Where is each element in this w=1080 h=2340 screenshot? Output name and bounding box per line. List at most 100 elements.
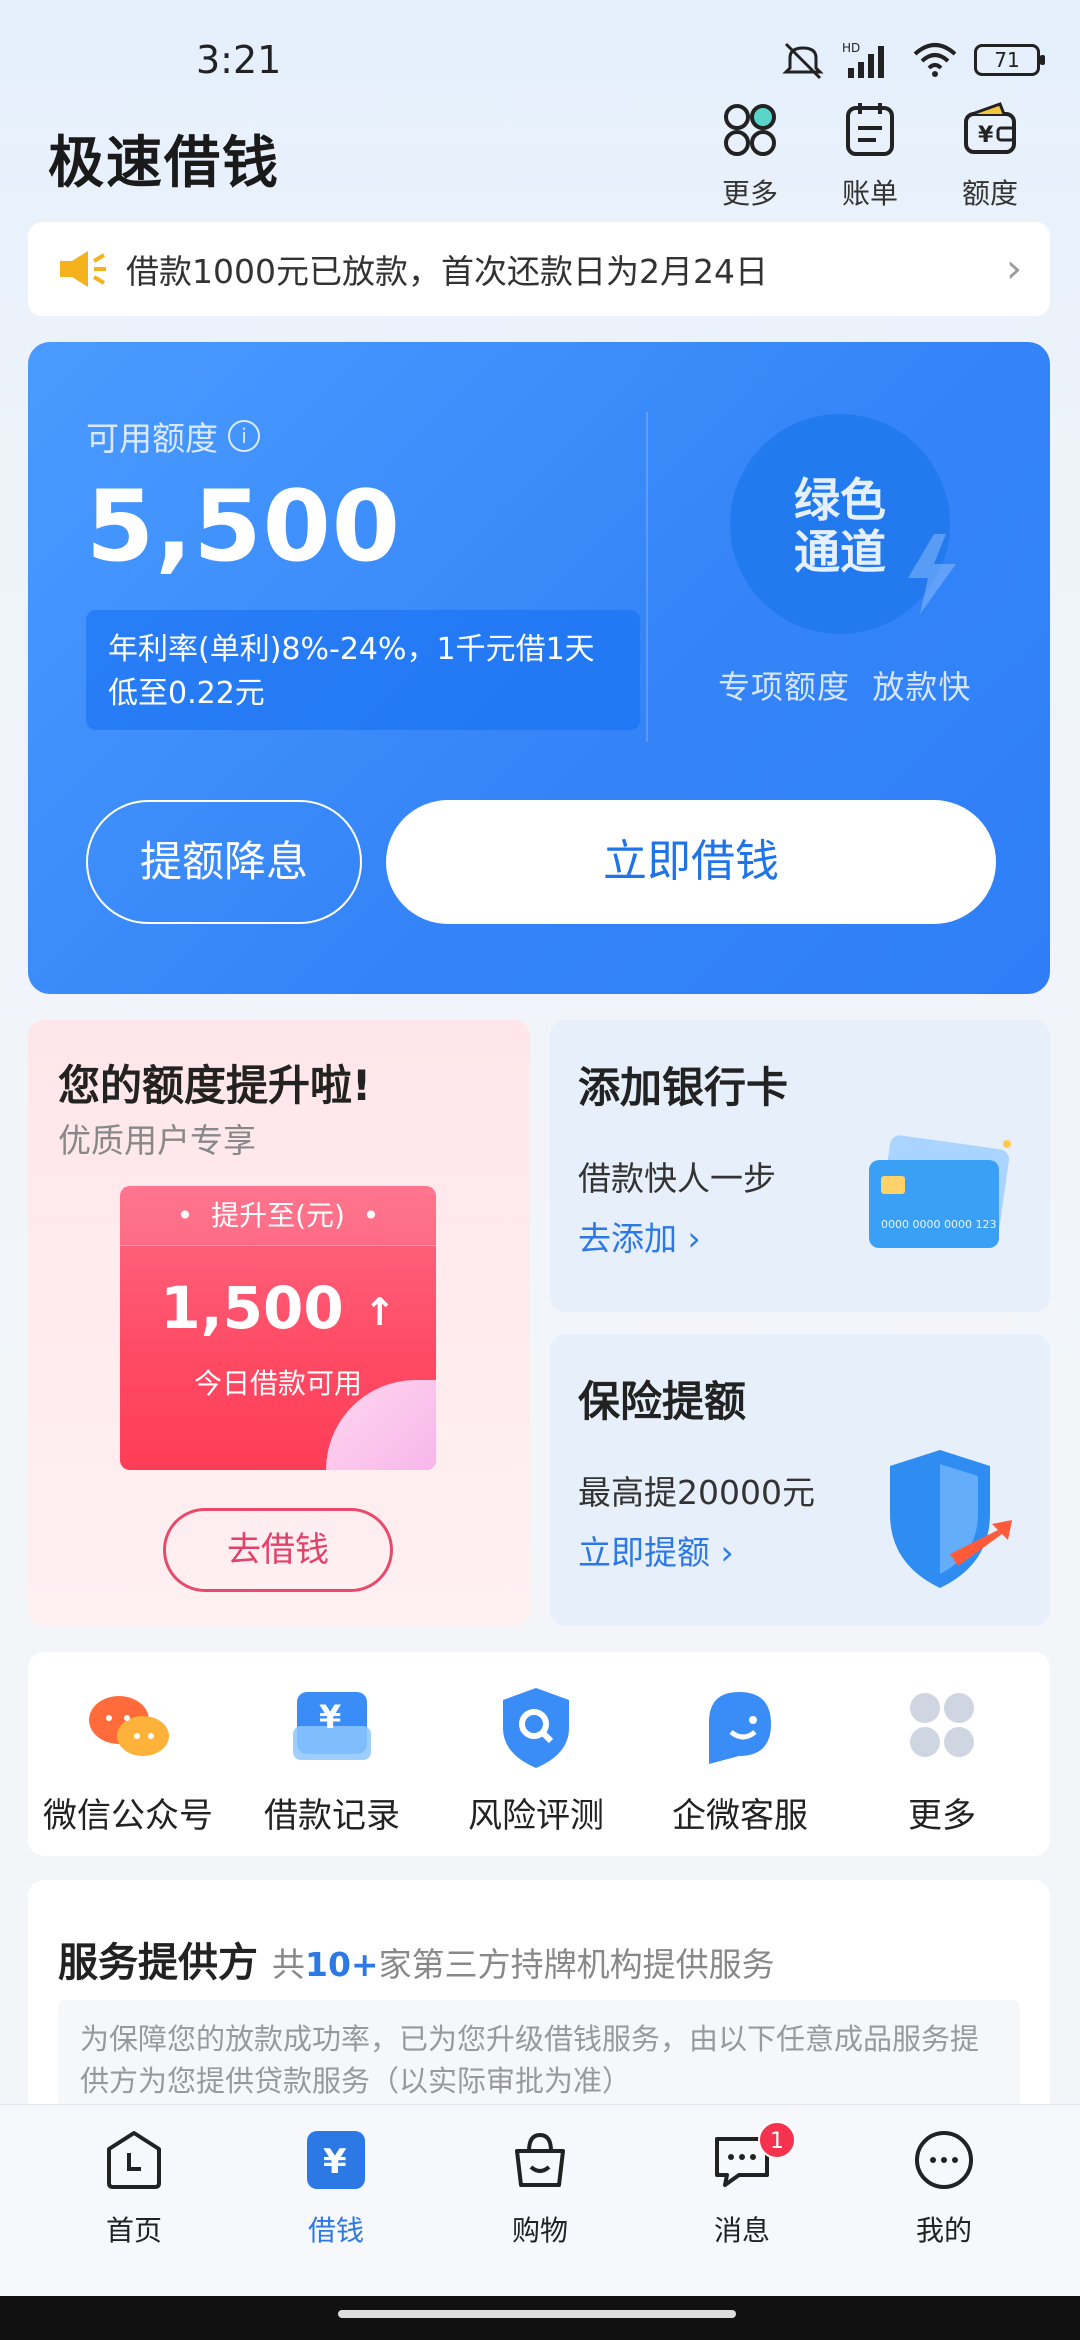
tab-label: 购物 — [511, 2214, 568, 2247]
promo-coupon-amount: 1,500 ↑ — [120, 1274, 436, 1342]
tab-label: 首页 — [105, 2214, 162, 2247]
borrow-now-button[interactable]: 立即借钱 — [386, 800, 996, 924]
svg-text:HD: HD — [842, 41, 860, 55]
quick-risk-assessment[interactable]: 风险评测 — [436, 1682, 636, 1837]
provider-desc: 共10+家第三方持牌机构提供服务 — [272, 1938, 775, 1986]
provider-desc-prefix: 共 — [272, 1945, 305, 1984]
add-bank-card-tile[interactable]: 添加银行卡 借款快人一步 去添加 › 0000 0000 0000 123 — [550, 1020, 1050, 1312]
quick-action-label: 企微客服 — [672, 1796, 808, 1836]
status-icons: HD 71 — [780, 40, 1045, 80]
insurance-limit-tile[interactable]: 保险提额 最高提20000元 立即提额 › — [550, 1334, 1050, 1626]
svg-text:¥: ¥ — [323, 2142, 347, 2182]
quick-loan-record[interactable]: ¥ 借款记录 — [232, 1682, 432, 1837]
tab-label: 我的 — [915, 2214, 972, 2247]
header-bill-label: 账单 — [841, 177, 898, 210]
promo-coupon: • 提升至(元) • 1,500 ↑ 今日借款可用 — [120, 1186, 436, 1470]
quick-action-label: 微信公众号 — [43, 1796, 213, 1836]
provider-count: 10+ — [305, 1945, 379, 1984]
insurance-raise-link[interactable]: 立即提额 › — [578, 1526, 734, 1574]
quick-action-label: 借款记录 — [264, 1796, 400, 1836]
mute-icon — [782, 42, 824, 80]
tab-shopping[interactable]: 购物 — [470, 2127, 610, 2249]
header-more-button[interactable]: 更多 — [700, 100, 800, 212]
add-bank-card-link[interactable]: 去添加 › — [578, 1212, 701, 1260]
green-channel-badge[interactable]: 绿色 通道 — [730, 414, 956, 634]
bottom-tab-bar: 首页 ¥ 借钱 购物 1 消息 我的 — [0, 2104, 1080, 2296]
wifi-icon — [913, 43, 957, 77]
megaphone-icon — [60, 251, 106, 287]
provider-title: 服务提供方 — [58, 1940, 258, 1986]
insurance-title: 保险提额 — [578, 1377, 747, 1426]
available-limit-label: 可用额度 i — [86, 412, 260, 460]
unread-badge: 1 — [758, 2121, 796, 2159]
card-divider — [646, 412, 648, 742]
system-nav-bar — [0, 2296, 1080, 2340]
credit-limit-card: 可用额度 i 5,500 年利率(单利)8%-24%，1千元借1天低至0.22元… — [28, 342, 1050, 994]
quick-customer-service[interactable]: 企微客服 — [640, 1682, 840, 1837]
profile-icon — [915, 2131, 973, 2189]
green-channel-note: 专项额度 放款快 — [718, 668, 972, 706]
raise-limit-button[interactable]: 提额降息 — [86, 800, 362, 924]
promo-coupon-header: • 提升至(元) • — [120, 1186, 436, 1246]
status-bar: 3:21 HD 71 — [0, 0, 1080, 110]
svg-text:¥: ¥ — [978, 123, 994, 148]
bank-card-icon: 0000 0000 0000 123 — [869, 1135, 1011, 1248]
promo-title: 您的额度提升啦! — [58, 1061, 372, 1110]
customer-service-icon — [709, 1692, 771, 1764]
signal-icon: HD — [842, 41, 884, 78]
svg-text:0000 0000 0000 123: 0000 0000 0000 123 — [881, 1218, 996, 1231]
available-amount: 5,500 — [86, 470, 401, 584]
apps-grid-icon — [724, 104, 776, 156]
header-quota-button[interactable]: ¥ 额度 — [940, 100, 1040, 212]
loan-page: 3:21 HD 71 极速借钱 更多 账单 ¥ 额度 借款1000元已放款，首次… — [0, 0, 1080, 2340]
bank-card-title: 添加银行卡 — [578, 1063, 789, 1112]
header-bill-button[interactable]: 账单 — [820, 100, 920, 212]
arrow-up-icon: ↑ — [363, 1289, 396, 1334]
tab-label: 借钱 — [307, 2214, 364, 2247]
home-clock-icon — [107, 2131, 161, 2189]
quick-wechat-official[interactable]: 微信公众号 — [28, 1682, 228, 1837]
more-grid-icon — [910, 1693, 974, 1757]
shield-icon — [890, 1450, 1012, 1588]
tab-home[interactable]: 首页 — [64, 2127, 204, 2249]
limit-increase-promo[interactable]: 您的额度提升啦! 优质用户专享 • 提升至(元) • 1,500 ↑ 今日借款可… — [28, 1020, 530, 1626]
insurance-subtitle: 最高提20000元 — [578, 1473, 815, 1512]
quick-actions-bar: 微信公众号 ¥ 借款记录 风险评测 企微客服 更多 — [28, 1652, 1050, 1856]
go-borrow-button[interactable]: 去借钱 — [163, 1508, 393, 1592]
quick-action-label: 更多 — [908, 1796, 976, 1836]
bank-card-subtitle: 借款快人一步 — [578, 1159, 776, 1198]
quick-more[interactable]: 更多 — [842, 1682, 1042, 1837]
shopping-bag-icon — [515, 2132, 565, 2187]
wallet-icon: ¥ — [964, 102, 1016, 154]
tab-borrow[interactable]: ¥ 借钱 — [266, 2127, 406, 2249]
status-time: 3:21 — [196, 38, 282, 82]
battery-indicator: 71 — [974, 44, 1045, 76]
green-channel-line1: 绿色 — [794, 473, 886, 527]
yuan-icon: ¥ — [307, 2131, 365, 2189]
promo-subtitle: 优质用户专享 — [58, 1121, 256, 1160]
info-icon[interactable]: i — [228, 420, 260, 452]
header-quota-label: 额度 — [961, 177, 1018, 210]
page-title: 极速借钱 — [48, 131, 280, 196]
chevron-right-icon: › — [1006, 246, 1022, 292]
lightning-icon — [908, 534, 956, 614]
notice-text: 借款1000元已放款，首次还款日为2月24日 — [126, 252, 768, 291]
provider-desc-suffix: 家第三方持牌机构提供服务 — [378, 1945, 775, 1984]
risk-assessment-icon — [503, 1688, 569, 1768]
loan-record-icon: ¥ — [293, 1692, 371, 1760]
provider-note: 为保障您的放款成功率，已为您升级借钱服务，由以下任意成品服务提供方为您提供贷款服… — [58, 2000, 1020, 2120]
tab-messages[interactable]: 1 消息 — [672, 2121, 812, 2249]
promo-amount-value: 1,500 — [160, 1274, 344, 1342]
bill-icon — [846, 103, 894, 156]
interest-rate-note: 年利率(单利)8%-24%，1千元借1天低至0.22元 — [86, 610, 640, 730]
svg-text:¥: ¥ — [319, 1698, 341, 1736]
quick-action-label: 风险评测 — [468, 1796, 604, 1836]
header-more-label: 更多 — [721, 177, 778, 210]
home-gesture-bar[interactable] — [338, 2310, 736, 2318]
available-limit-text: 可用额度 — [86, 419, 218, 458]
loan-notice-bar[interactable]: 借款1000元已放款，首次还款日为2月24日 › — [28, 222, 1050, 316]
tab-profile[interactable]: 我的 — [874, 2127, 1014, 2249]
wechat-official-icon — [89, 1696, 169, 1756]
page-header: 极速借钱 更多 账单 ¥ 额度 — [0, 100, 1080, 210]
tab-label: 消息 — [713, 2214, 770, 2247]
